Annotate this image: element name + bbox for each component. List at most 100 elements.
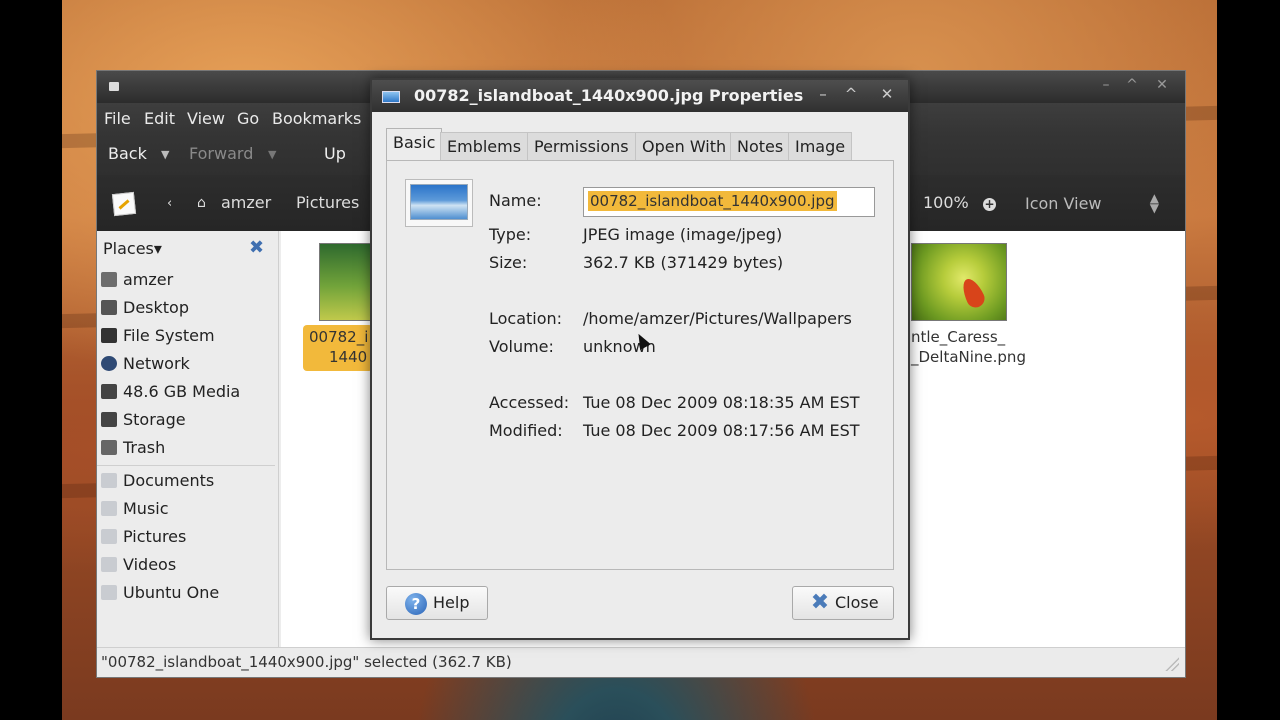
file-label-line: _DeltaNine.png: [911, 348, 1026, 366]
sidebar-item-documents[interactable]: Documents: [101, 468, 273, 494]
close-window-icon[interactable]: ✕: [1151, 75, 1173, 95]
close-window-icon[interactable]: ✕: [876, 83, 898, 105]
close-button[interactable]: ✖ Close: [792, 586, 894, 620]
sidebar-item-storage[interactable]: Storage: [101, 407, 273, 433]
file-icon-button[interactable]: [405, 179, 473, 227]
type-value: JPEG image (image/jpeg): [583, 225, 783, 244]
tab-basic[interactable]: Basic: [386, 128, 443, 160]
close-button-label: Close: [835, 593, 879, 612]
home-icon: ⌂: [197, 195, 206, 211]
file-label[interactable]: ntle_Caress_ _DeltaNine.png: [911, 327, 1026, 367]
statusbar: "00782_islandboat_1440x900.jpg" selected…: [97, 647, 1185, 677]
window-menu-icon[interactable]: [109, 82, 119, 91]
sidebar-item-desktop[interactable]: Desktop: [101, 295, 273, 321]
up-button[interactable]: Up: [324, 144, 346, 163]
menu-view[interactable]: View: [187, 109, 225, 128]
file-label-line: 1440: [329, 348, 368, 366]
sidebar-item-label: Storage: [123, 410, 186, 429]
sidebar-item-label: Videos: [123, 555, 177, 574]
breadcrumb-amzer[interactable]: amzer: [221, 193, 271, 212]
select-arrows-icon: ▲ ▼: [1149, 191, 1159, 215]
sidebar-item-network[interactable]: Network: [101, 351, 273, 377]
menu-edit[interactable]: Edit: [144, 109, 175, 128]
folder-icon: [101, 585, 117, 600]
tab-open-with[interactable]: Open With: [635, 132, 734, 160]
resize-grip-icon[interactable]: [1165, 657, 1179, 671]
size-value: 362.7 KB (371429 bytes): [583, 253, 784, 272]
maximize-icon[interactable]: ^: [840, 83, 862, 105]
sidebar-item-music[interactable]: Music: [101, 496, 273, 522]
file-label-line: ntle_Caress_: [911, 328, 1006, 346]
name-label: Name:: [489, 191, 542, 210]
modified-label: Modified:: [489, 421, 563, 440]
tab-emblems[interactable]: Emblems: [440, 132, 529, 160]
tab-notes[interactable]: Notes: [730, 132, 791, 160]
sidebar-item-label: Desktop: [123, 298, 189, 317]
sidebar-item-label: Network: [123, 354, 190, 373]
tab-image[interactable]: Image: [788, 132, 853, 160]
forward-history-chevron-icon[interactable]: ▼: [268, 148, 276, 161]
forward-button[interactable]: Forward: [189, 144, 253, 163]
file-label-selected[interactable]: 00782_i 1440: [303, 325, 373, 371]
image-preview-icon: [410, 184, 468, 220]
zoom-in-icon[interactable]: +: [983, 198, 996, 211]
folder-icon: [101, 501, 117, 516]
help-button-label: Help: [433, 593, 470, 612]
tab-permissions[interactable]: Permissions: [527, 132, 636, 160]
sidebar-item-label: 48.6 GB Media: [123, 382, 241, 401]
view-mode-select[interactable]: Icon View ▲ ▼: [1019, 189, 1167, 219]
help-button[interactable]: ? Help: [386, 586, 488, 620]
accessed-label: Accessed:: [489, 393, 570, 412]
location-value: /home/amzer/Pictures/Wallpapers: [583, 309, 852, 328]
location-label: Location:: [489, 309, 563, 328]
sidebar-item-label: Documents: [123, 471, 215, 490]
menu-go[interactable]: Go: [237, 109, 259, 128]
home-icon: [101, 272, 117, 287]
zoom-level: 100%: [923, 193, 969, 212]
sidebar-item-videos[interactable]: Videos: [101, 552, 273, 578]
leaf-image: [958, 275, 988, 311]
sidebar-item-label: Trash: [123, 438, 166, 457]
name-field-value: 00782_islandboat_1440x900.jpg: [588, 191, 837, 211]
help-icon: ?: [405, 593, 427, 615]
minimize-icon[interactable]: –: [812, 83, 834, 105]
trash-icon: [101, 440, 117, 455]
sidebar-item-pictures[interactable]: Pictures: [101, 524, 273, 550]
maximize-icon[interactable]: ^: [1121, 75, 1143, 95]
edit-location-icon[interactable]: [111, 191, 137, 217]
close-sidebar-icon[interactable]: ✖: [249, 239, 267, 257]
properties-dialog: 00782_islandboat_1440x900.jpg Properties…: [370, 78, 910, 640]
folder-icon: [101, 529, 117, 544]
folder-icon: [101, 557, 117, 572]
sidebar-item-file-system[interactable]: File System: [101, 323, 273, 349]
menu-bookmarks[interactable]: Bookmarks: [272, 109, 361, 128]
file-thumbnail[interactable]: [319, 243, 371, 321]
sidebar-item-ubuntu-one[interactable]: Ubuntu One: [101, 580, 273, 606]
view-mode-value: Icon View: [1025, 194, 1102, 213]
sidebar-item-label: amzer: [123, 270, 174, 289]
basic-tab-panel: Name: 00782_islandboat_1440x900.jpg Type…: [386, 160, 894, 570]
sidebar-item-label: Pictures: [123, 527, 187, 546]
drive-icon: [101, 412, 117, 427]
file-thumbnail[interactable]: [911, 243, 1007, 321]
places-header-label: Places: [103, 239, 154, 258]
breadcrumb-pictures[interactable]: Pictures: [296, 193, 359, 212]
file-label-line: 00782_i: [309, 328, 369, 346]
breadcrumb-back-chevron-icon[interactable]: ‹: [167, 196, 172, 211]
desktop-icon: [101, 300, 117, 315]
places-header[interactable]: Places▾: [103, 239, 162, 258]
sidebar-item-trash[interactable]: Trash: [101, 435, 273, 461]
dialog-titlebar[interactable]: 00782_islandboat_1440x900.jpg Properties…: [372, 80, 908, 112]
minimize-icon[interactable]: –: [1095, 75, 1117, 95]
name-field[interactable]: 00782_islandboat_1440x900.jpg: [583, 187, 875, 217]
sidebar-item-media[interactable]: 48.6 GB Media: [101, 379, 273, 405]
modified-value: Tue 08 Dec 2009 08:17:56 AM EST: [583, 421, 860, 440]
type-label: Type:: [489, 225, 532, 244]
folder-icon: [101, 473, 117, 488]
back-button[interactable]: Back: [108, 144, 147, 163]
size-label: Size:: [489, 253, 528, 272]
sidebar-item-label: Ubuntu One: [123, 583, 220, 602]
menu-file[interactable]: File: [104, 109, 131, 128]
back-history-chevron-icon[interactable]: ▼: [161, 148, 169, 161]
sidebar-item-amzer[interactable]: amzer: [101, 267, 273, 293]
